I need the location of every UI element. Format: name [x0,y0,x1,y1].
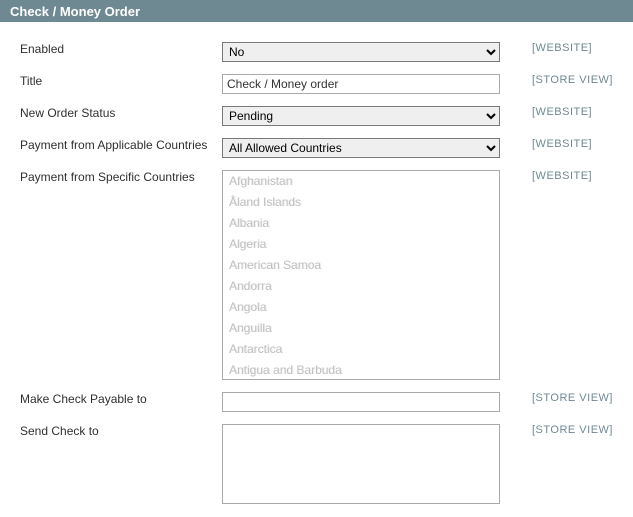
country-option: Åland Islands [223,192,499,213]
enabled-select[interactable]: No [222,42,500,62]
country-option: Albania [223,213,499,234]
country-option: American Samoa [223,255,499,276]
label-title: Title [20,74,42,88]
label-specificcountry: Payment from Specific Countries [20,170,195,184]
order-status-select[interactable]: Pending [222,106,500,126]
config-form-table: Enabled No [WEBSITE] Title [STORE VIEW] … [0,22,633,513]
specificcountry-multiselect: Afghanistan Åland Islands Albania Algeri… [222,170,500,380]
scope-allowspecific: [WEBSITE] [532,138,592,150]
label-mailing-address: Send Check to [20,424,99,438]
title-input[interactable] [222,74,500,94]
country-option: Afghanistan [223,171,499,192]
country-option: Algeria [223,234,499,255]
label-enabled: Enabled [20,42,64,56]
country-option: Antarctica [223,339,499,360]
scope-order-status: [WEBSITE] [532,106,592,118]
scope-specificcountry: [WEBSITE] [532,170,592,182]
label-order-status: New Order Status [20,106,115,120]
country-option: Andorra [223,276,499,297]
country-option: Angola [223,297,499,318]
scope-enabled: [WEBSITE] [532,42,592,54]
payable-to-input[interactable] [222,392,500,412]
scope-mailing-address: [STORE VIEW] [532,424,613,436]
label-allowspecific: Payment from Applicable Countries [20,138,207,152]
mailing-address-textarea[interactable] [222,424,500,504]
country-option: Anguilla [223,318,499,339]
section-title: Check / Money Order [10,4,140,19]
label-payable-to: Make Check Payable to [20,392,147,406]
section-header[interactable]: Check / Money Order [0,0,633,22]
country-option: Antigua and Barbuda [223,360,499,380]
allowspecific-select[interactable]: All Allowed Countries [222,138,500,158]
scope-payable-to: [STORE VIEW] [532,392,613,404]
scope-title: [STORE VIEW] [532,74,613,86]
